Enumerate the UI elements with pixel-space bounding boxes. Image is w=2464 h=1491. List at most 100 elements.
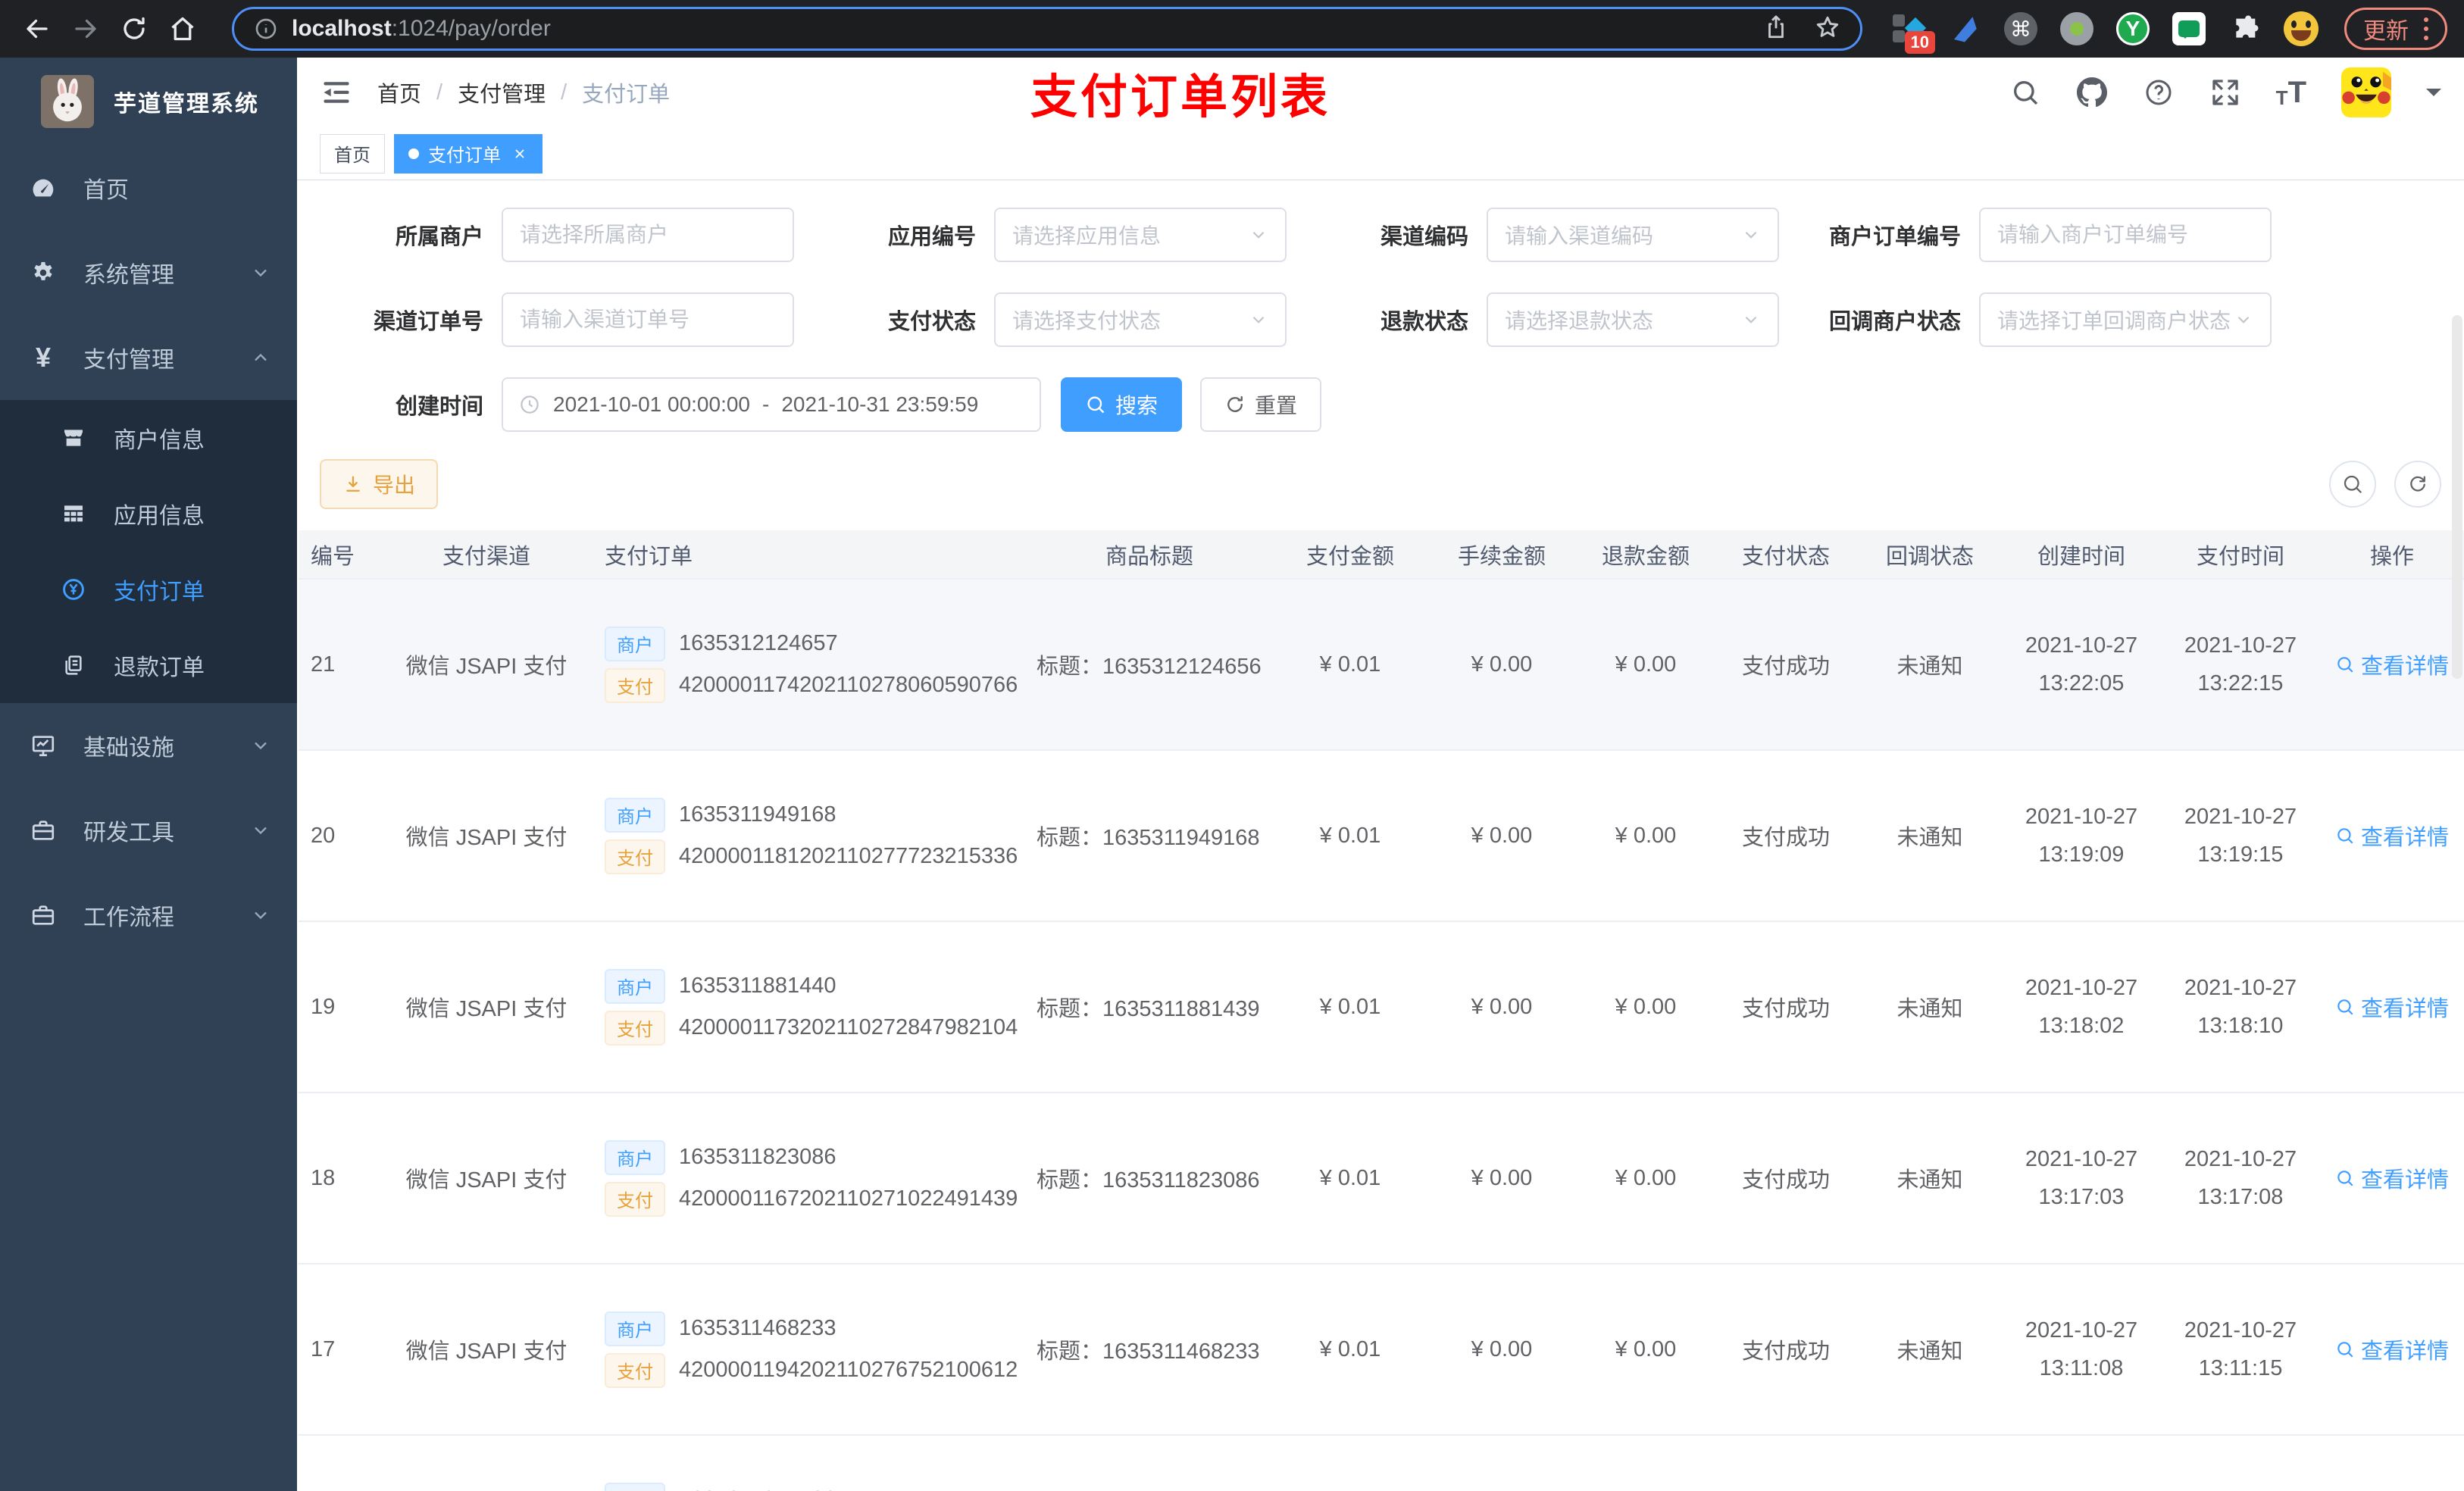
table-row[interactable]: 19 微信 JSAPI 支付 商户 1635311881440 支付 4200001… <box>299 921 2464 1093</box>
extension-y-icon[interactable]: Y <box>2115 11 2150 46</box>
table-refresh-button[interactable] <box>2394 461 2441 508</box>
tab-label: 首页 <box>334 145 371 166</box>
share-icon[interactable] <box>1763 14 1789 44</box>
active-dot <box>408 148 419 159</box>
merchant-input[interactable] <box>520 223 776 247</box>
table-row[interactable]: 商户1635311351796 支付 <box>299 1435 2464 1491</box>
table-row[interactable]: 18 微信 JSAPI 支付 商户 1635311823086 支付 4200001… <box>299 1092 2464 1264</box>
top-navbar: 首页 / 支付管理 / 支付订单 支付订单列表 T T <box>297 58 2464 127</box>
sidebar: 芋道管理系统 首页 系统管理 ¥ 支付管理 商户信息 应用信息 支付订单 退款订… <box>0 58 297 1491</box>
sidebar-item-workflow[interactable]: 工作流程 <box>0 873 297 958</box>
view-detail-link[interactable]: 查看详情 <box>2335 649 2449 680</box>
view-detail-link[interactable]: 查看详情 <box>2335 1333 2449 1365</box>
sidebar-item-payment[interactable]: ¥ 支付管理 <box>0 315 297 400</box>
channel-code-select[interactable]: 请输入渠道编码 <box>1487 208 1779 262</box>
pay-tag: 支付 <box>605 1181 665 1217</box>
channel-order-no-input[interactable] <box>520 308 776 332</box>
search-icon[interactable] <box>2009 77 2041 108</box>
tab-pay-order[interactable]: 支付订单 <box>394 133 543 173</box>
annotation-title: 支付订单列表 <box>1030 71 1331 123</box>
sidebar-item-home[interactable]: 首页 <box>0 145 297 230</box>
hamburger-icon[interactable] <box>320 76 353 109</box>
url-bar[interactable]: localhost:1024/pay/order <box>232 7 1862 51</box>
merchant-tag: 商户 <box>605 1311 665 1346</box>
reload-icon[interactable] <box>114 8 155 49</box>
chevron-down-icon <box>1741 310 1761 330</box>
col-amount: 支付金额 <box>1274 530 1426 580</box>
breadcrumb-home[interactable]: 首页 <box>377 77 421 108</box>
forward-icon[interactable] <box>65 8 106 49</box>
sidebar-item-refund-order[interactable]: 退款订单 <box>0 627 297 703</box>
sidebar-item-label: 研发工具 <box>83 821 174 846</box>
fullscreen-icon[interactable] <box>2209 77 2241 108</box>
bookmark-star-icon[interactable] <box>1815 14 1840 44</box>
home-icon[interactable] <box>162 8 203 49</box>
user-avatar[interactable] <box>2341 67 2391 117</box>
field-label: 应用编号 <box>887 225 976 249</box>
date-separator: - <box>762 392 770 416</box>
filter-time-row: 创建时间 2021-10-01 00:00:00 - 2021-10-31 23… <box>320 377 2441 432</box>
chevron-down-icon <box>1249 310 1268 330</box>
merchant-order-no-input[interactable] <box>1997 223 2253 247</box>
url-host: localhost <box>292 16 392 41</box>
callback-status-select[interactable]: 请选择订单回调商户状态 <box>1979 292 2272 347</box>
extension-dot-icon[interactable] <box>2059 11 2094 46</box>
filter-refund-status: 退款状态 请选择退款状态 <box>1305 292 1797 347</box>
github-icon[interactable] <box>2076 77 2108 108</box>
date-range-picker[interactable]: 2021-10-01 00:00:00 - 2021-10-31 23:59:5… <box>502 377 1041 432</box>
font-size-icon[interactable]: TT <box>2276 76 2306 110</box>
page-content: 所属商户 应用编号 请选择应用信息 渠道编码 请输入渠道编码 <box>297 180 2464 1491</box>
tab-home[interactable]: 首页 <box>320 133 385 173</box>
help-icon[interactable] <box>2143 77 2175 108</box>
table-row[interactable]: 17 微信 JSAPI 支付 商户 1635311468233 支付 4200001… <box>299 1264 2464 1436</box>
chevron-down-icon <box>250 905 271 926</box>
extension-chat-icon[interactable] <box>2172 11 2206 46</box>
col-id: 编号 <box>299 530 380 580</box>
breadcrumb-payment[interactable]: 支付管理 <box>458 77 546 108</box>
extension-kite-icon[interactable] <box>1947 11 1982 46</box>
sidebar-item-system[interactable]: 系统管理 <box>0 230 297 315</box>
refund-status-select[interactable]: 请选择退款状态 <box>1487 292 1779 347</box>
extension-emoji-avatar[interactable] <box>2284 11 2319 46</box>
scrollbar-thumb[interactable] <box>2452 315 2462 679</box>
pay-status-select[interactable]: 请选择支付状态 <box>994 292 1287 347</box>
view-detail-link[interactable]: 查看详情 <box>2335 820 2449 852</box>
col-status: 支付状态 <box>1714 530 1858 580</box>
extension-puzzle-icon[interactable] <box>2228 11 2262 46</box>
col-created: 创建时间 <box>2002 530 2161 580</box>
export-button[interactable]: 导出 <box>320 459 439 509</box>
tags-view-bar: 首页 支付订单 <box>297 127 2464 180</box>
site-info-icon[interactable] <box>254 17 278 41</box>
pay-tag: 支付 <box>605 1010 665 1046</box>
gear-icon <box>29 258 58 287</box>
sidebar-item-infrastructure[interactable]: 基础设施 <box>0 703 297 788</box>
reset-button[interactable]: 重置 <box>1200 377 1322 432</box>
logo-row[interactable]: 芋道管理系统 <box>0 58 297 145</box>
sidebar-item-app-info[interactable]: 应用信息 <box>0 476 297 552</box>
extension-command-icon[interactable]: ⌘ <box>2003 11 2038 46</box>
pay-tag: 支付 <box>605 839 665 874</box>
app-no-select[interactable]: 请选择应用信息 <box>994 208 1287 262</box>
table-row[interactable]: 20 微信 JSAPI 支付 商户 1635311949168 支付 4200001… <box>299 750 2464 922</box>
grid-icon <box>59 499 88 528</box>
extension-blocks-icon[interactable]: 10 <box>1891 11 1935 54</box>
col-channel: 支付渠道 <box>380 530 593 580</box>
table-search-button[interactable] <box>2329 461 2376 508</box>
col-notify: 回调状态 <box>1858 530 2002 580</box>
sidebar-item-merchant-info[interactable]: 商户信息 <box>0 400 297 476</box>
tab-close-icon[interactable] <box>511 145 528 162</box>
table-row[interactable]: 21 微信 JSAPI 支付 商户 1635312124657 支付 4200001… <box>299 579 2464 751</box>
extensions-row: 10 ⌘ Y <box>1891 11 2319 54</box>
view-detail-link[interactable]: 查看详情 <box>2335 1162 2449 1194</box>
view-detail-link[interactable]: 查看详情 <box>2335 991 2449 1023</box>
sidebar-item-dev-tools[interactable]: 研发工具 <box>0 788 297 873</box>
logo-rabbit-image <box>41 75 94 128</box>
filter-channel-order-no: 渠道订单号 <box>320 292 812 347</box>
search-button[interactable]: 搜索 <box>1061 377 1183 432</box>
browser-menu-icon[interactable] <box>2424 17 2428 40</box>
chevron-down-icon <box>2234 310 2253 330</box>
browser-update-button[interactable]: 更新 <box>2344 8 2447 50</box>
avatar-caret-icon[interactable] <box>2426 89 2441 104</box>
back-icon[interactable] <box>17 8 58 49</box>
sidebar-item-pay-order[interactable]: 支付订单 <box>0 552 297 627</box>
